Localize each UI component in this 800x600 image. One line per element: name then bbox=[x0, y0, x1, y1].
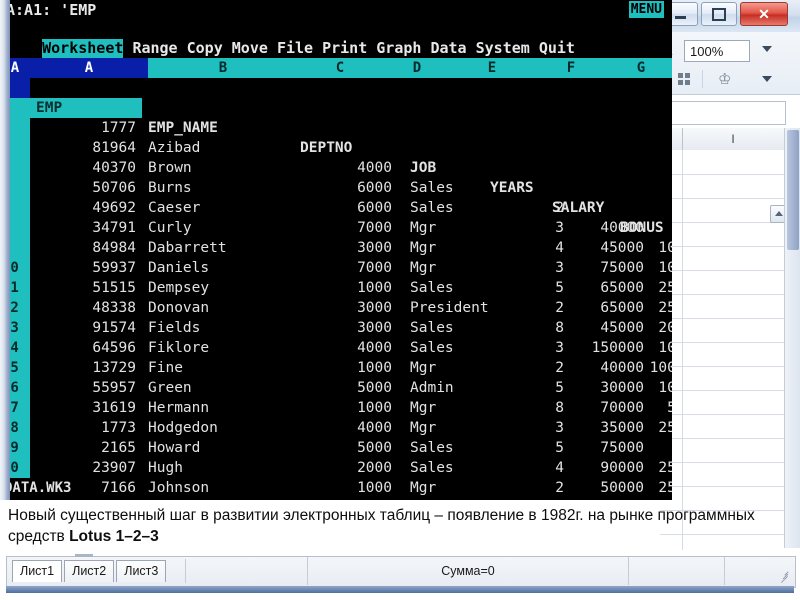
triangle-up-icon bbox=[775, 211, 783, 216]
table-row[interactable]: 40370 Burns 6000 Mgr 4 75000 25000 bbox=[30, 138, 672, 296]
col-header-B[interactable]: B bbox=[148, 58, 298, 78]
close-button[interactable]: ✕ bbox=[740, 2, 788, 26]
table-row[interactable]: 1777 Azibad 4000 Sales 2 40000 10000 bbox=[30, 98, 672, 256]
table-row[interactable]: 64596 Fine 5000 Mgr 3 75000 25000 bbox=[30, 318, 672, 476]
cell-deptno[interactable]: 1000 bbox=[298, 498, 398, 500]
sheet-tab-1[interactable]: Лист1 bbox=[12, 560, 63, 582]
maximize-icon bbox=[702, 3, 736, 25]
product-name: Lotus 1–2–3 bbox=[69, 528, 159, 545]
formula-input[interactable] bbox=[664, 101, 786, 125]
chevron-down-icon-2[interactable] bbox=[762, 76, 772, 82]
table-row[interactable]: 50706 Caeser 7000 Mgr 3 65000 25000 bbox=[30, 158, 672, 316]
status-right-panel bbox=[724, 557, 795, 585]
caption-text: Новый существенный шаг в развитии электр… bbox=[8, 505, 788, 547]
table-row[interactable]: 84984 Daniels 1000 President 8 150000 10… bbox=[30, 218, 672, 376]
status-divider bbox=[185, 559, 186, 583]
sheet-tab-marker bbox=[75, 554, 93, 557]
table-row[interactable]: 2165 Hugh 1000 Admin 5 30000 --- bbox=[30, 418, 672, 496]
table-row[interactable]: 51515 Donovan 3000 Sales 2 30000 5000 bbox=[30, 258, 672, 416]
table-row[interactable]: 7166 Laflare 2000 Sales 2 35000 5000 bbox=[30, 458, 672, 496]
mode-indicator: MENU bbox=[628, 1, 664, 18]
table-row[interactable]: 55957 Hermann 4000 Sales 4 50000 10000 bbox=[30, 358, 672, 496]
resize-grip-icon[interactable] bbox=[779, 570, 791, 584]
vertical-scrollbar[interactable] bbox=[784, 128, 800, 548]
ribbon-zoom-group: A 100% bbox=[662, 38, 790, 66]
maximize-button[interactable] bbox=[701, 2, 737, 26]
table-row[interactable]: 81964 Brown 6000 Sales 3 45000 10000 bbox=[30, 118, 672, 276]
table-row[interactable]: 1773 Howard 2000 Mgr 3 80000 25000 bbox=[30, 398, 672, 496]
cell-reference-line: A:A1: 'EMP bbox=[6, 1, 97, 19]
theme-icon[interactable]: ♔ bbox=[718, 70, 731, 88]
lotus-123-window: A:A1: 'EMP MENU Worksheet Range Copy Mov… bbox=[0, 0, 672, 500]
table-row[interactable]: 48338 Fields 4000 Mgr 5 70000 25000 bbox=[30, 278, 672, 436]
sum-status: Сумма=0 bbox=[307, 557, 629, 585]
table-row[interactable]: 31619 Hodgedon 5000 Sales 2 40000 10000 bbox=[30, 378, 672, 496]
excel-left-scroll-sliver bbox=[0, 0, 10, 500]
status-bar-frame: Лист1 Лист2 Лист3 Сумма=0 bbox=[6, 554, 796, 588]
table-header-row: EMP EMP_NAME DEPTNO JOB YEARS SALARY BON… bbox=[30, 78, 672, 236]
toolbar-divider bbox=[702, 70, 703, 88]
sheet-tab-2[interactable]: Лист2 bbox=[64, 560, 115, 582]
col-header-G[interactable]: G bbox=[610, 58, 672, 78]
col-header-C[interactable]: C bbox=[298, 58, 382, 78]
lotus-sheet-area: EMP EMP_NAME DEPTNO JOB YEARS SALARY BON… bbox=[30, 78, 672, 496]
formula-bar[interactable] bbox=[660, 94, 800, 130]
col-header-F[interactable]: F bbox=[532, 58, 610, 78]
excel-column-headers: I bbox=[660, 128, 800, 151]
lotus-menu-row-2: Global Insert Delete Column Erase Titles… bbox=[0, 39, 672, 76]
cell-job[interactable]: Admin bbox=[410, 498, 550, 500]
table-row[interactable]: 91574 Fiklore 1000 Admin 8 35000 --- bbox=[30, 298, 672, 436]
table-row[interactable]: 13729 Green 1000 Mgr 5 90000 25000 bbox=[30, 338, 672, 496]
table-row[interactable]: 34791 Dabarrett 7000 Sales 2 45000 10000 bbox=[30, 198, 672, 356]
zoom-input[interactable]: 100% bbox=[684, 40, 750, 62]
grid-icon[interactable] bbox=[678, 73, 692, 87]
close-icon: ✕ bbox=[758, 5, 770, 22]
table-row[interactable]: 49692 Curly 3000 Mgr 5 65000 20000 bbox=[30, 178, 672, 336]
col-header-D[interactable]: D bbox=[382, 58, 452, 78]
chevron-down-icon[interactable] bbox=[762, 46, 772, 52]
table-row[interactable]: 23907 Johnson 1000 VP 1 100000 50000 bbox=[30, 438, 672, 496]
excel-col-I[interactable]: I bbox=[682, 128, 785, 150]
col-header-A[interactable]: A bbox=[30, 58, 148, 78]
sheet-tab-strip: Лист1 Лист2 Лист3 bbox=[12, 560, 167, 582]
window-controls: ✕ bbox=[662, 2, 788, 26]
sheet-tab-3[interactable]: Лист3 bbox=[116, 560, 167, 582]
table-row[interactable]: 59937 Dempsey 3000 Sales 3 40000 10000 bbox=[30, 238, 672, 396]
cell-name[interactable]: Laflare bbox=[148, 498, 308, 500]
excel-grid bbox=[660, 150, 784, 550]
ribbon-style-group: ♔ bbox=[669, 68, 790, 92]
lotus-column-header-bar: A A B C D E F G bbox=[0, 58, 672, 78]
lotus-filename-indicator: DATA.WK3 bbox=[4, 480, 72, 496]
col-header-E[interactable]: E bbox=[452, 58, 532, 78]
scrollbar-thumb[interactable] bbox=[787, 130, 799, 250]
lotus-menu-row-1: Worksheet Range Copy Move File Print Gra… bbox=[0, 20, 672, 58]
window-bottom-edge bbox=[6, 586, 794, 593]
excel-status-bar: Лист1 Лист2 Лист3 Сумма=0 bbox=[6, 554, 796, 594]
